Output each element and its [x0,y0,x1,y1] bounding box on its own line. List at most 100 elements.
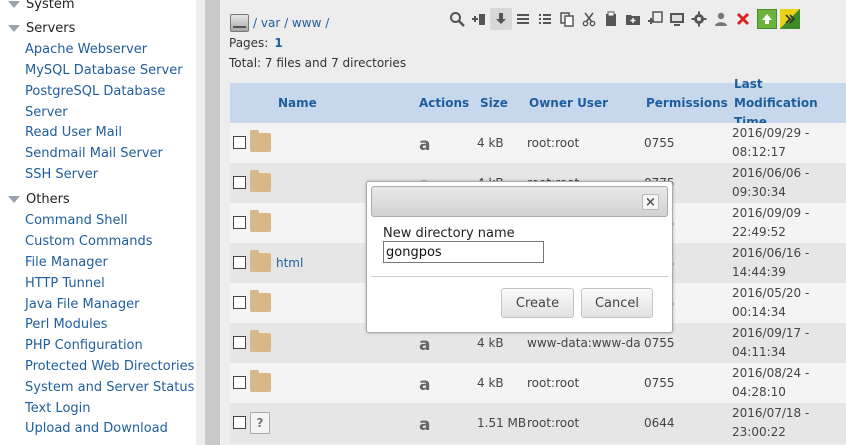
sidebar-item-ssh-server[interactable]: SSH Server [25,165,98,185]
sidebar-item-sendmail-mail-server[interactable]: Sendmail Mail Server [25,144,163,164]
file-modified-time: 14:44:39 [732,265,786,279]
file-owner: root:root [527,416,580,430]
toolbar [446,8,800,30]
sidebar-item-mysql-database-server[interactable]: MySQL Database Server [25,61,183,81]
folder-icon[interactable] [250,250,271,272]
folder-icon[interactable] [250,370,271,392]
row-checkbox[interactable] [233,416,246,429]
drive-icon [230,14,249,32]
breadcrumb-var[interactable]: / var [253,16,280,30]
dialog-titlebar[interactable]: × [371,186,668,217]
category-label: Others [26,191,70,207]
column-last-modified-line1: Last Modification [734,76,818,110]
go-up-icon[interactable] [757,9,777,29]
file-modified-date: 2016/05/20 - [732,286,810,300]
create-button[interactable]: Create [501,288,574,318]
sidebar-item-text-login[interactable]: Text Login [25,399,91,419]
paste-icon[interactable] [600,8,622,30]
file-modified: 2016/05/20 - 00:14:34 [732,283,809,323]
column-name[interactable]: Name [278,83,317,123]
cancel-button[interactable]: Cancel [581,288,653,318]
row-checkbox[interactable] [233,256,246,269]
column-size[interactable]: Size [480,83,508,123]
sidebar-item-custom-commands[interactable]: Custom Commands [25,232,153,252]
copy-icon[interactable] [556,8,578,30]
new-file-icon[interactable] [468,8,490,30]
details-view-icon[interactable] [534,8,556,30]
sidebar-item-read-user-mail[interactable]: Read User Mail [25,123,122,143]
sidebar-item-perl-modules[interactable]: Perl Modules [25,315,108,335]
row-checkbox[interactable] [233,216,246,229]
category-others[interactable]: Others [8,189,70,209]
upload-icon[interactable] [644,8,666,30]
row-checkbox[interactable] [233,136,246,149]
terminal-icon[interactable] [666,8,688,30]
sidebar-item-system-and-server-status[interactable]: System and Server Status [25,378,194,398]
row-checkbox[interactable] [233,376,246,389]
folder-icon[interactable] [250,290,271,312]
category-system[interactable]: System [8,0,74,14]
rename-action-icon[interactable]: a [419,415,430,435]
sidebar-item-java-file-manager[interactable]: Java File Manager [25,295,139,315]
close-icon[interactable]: × [642,194,659,210]
cut-icon[interactable] [578,8,600,30]
file-modified: 2016/09/09 - 22:49:52 [732,203,809,243]
table-row[interactable]: a 4 kB root:root 0755 2016/08/24 - 04:28:10 [230,363,846,403]
file-modified-time: 04:11:34 [732,345,786,359]
dialog-label: New directory name [383,226,515,241]
directory-name-input[interactable] [383,241,544,263]
sidebar-item-upload-and-download[interactable]: Upload and Download [25,419,168,439]
sidebar-item-php-configuration[interactable]: PHP Configuration [25,336,143,356]
download-icon[interactable] [490,8,512,30]
java-icon[interactable] [780,9,800,29]
file-permissions: 0755 [644,136,675,150]
delete-icon[interactable] [732,8,754,30]
sidebar-item-protected-web-directories[interactable]: Protected Web Directories [25,357,194,377]
category-servers[interactable]: Servers [8,18,75,38]
rename-action-icon[interactable]: a [419,335,430,355]
folder-icon[interactable] [250,330,271,352]
page-link[interactable]: 1 [274,36,282,50]
breadcrumb: / var / www / [253,16,329,30]
file-permissions: 0644 [644,416,675,430]
user-icon[interactable] [710,8,732,30]
column-owner[interactable]: Owner User [529,83,608,123]
file-modified-time: 08:12:17 [732,145,786,159]
column-last-modified[interactable]: Last Modification Time [734,77,846,129]
pages-indicator: Pages: 1 [229,36,283,50]
column-permissions[interactable]: Permissions [646,83,728,123]
file-name-link[interactable]: html [276,243,303,283]
table-row[interactable]: a 4 kB root:root 0755 2016/09/29 - 08:12:17 [230,123,846,163]
settings-icon[interactable] [688,8,710,30]
column-actions: Actions [419,96,470,110]
file-owner: root:root [527,136,580,150]
file-modified-date: 2016/08/24 - [732,366,810,380]
unknown-file-icon[interactable]: ? [250,412,270,434]
sidebar-item-postgresql-server[interactable]: Server [25,103,68,123]
search-icon[interactable] [446,8,468,30]
sidebar-item-command-shell[interactable]: Command Shell [25,211,128,231]
row-checkbox[interactable] [233,176,246,189]
file-modified-time: 09:30:34 [732,185,786,199]
row-checkbox[interactable] [233,336,246,349]
dialog-separator [371,276,668,277]
sidebar-scrollbar[interactable] [205,0,220,445]
sidebar-item-postgresql-database[interactable]: PostgreSQL Database [25,82,165,102]
folder-icon[interactable] [250,170,271,192]
folder-icon[interactable] [250,130,271,152]
sidebar-item-http-tunnel[interactable]: HTTP Tunnel [25,274,105,294]
table-row[interactable]: ? a 1.51 MB root:root 0644 2016/07/18 - 23:00:… [230,403,846,443]
file-modified: 2016/06/16 - 14:44:39 [732,243,809,283]
sidebar: System Servers Apache Webserver MySQL Da… [0,0,196,445]
new-folder-icon[interactable] [622,8,644,30]
file-modified: 2016/06/06 - 09:30:34 [732,163,809,203]
table-header: Name Actions Size Owner User Permissions… [230,77,846,129]
row-checkbox[interactable] [233,296,246,309]
rename-action-icon[interactable]: a [419,135,430,155]
sidebar-item-file-manager[interactable]: File Manager [25,253,108,273]
list-view-icon[interactable] [512,8,534,30]
sidebar-item-apache-webserver[interactable]: Apache Webserver [25,40,147,60]
rename-action-icon[interactable]: a [419,375,430,395]
folder-icon[interactable] [250,210,271,232]
breadcrumb-www[interactable]: / www [284,16,321,30]
